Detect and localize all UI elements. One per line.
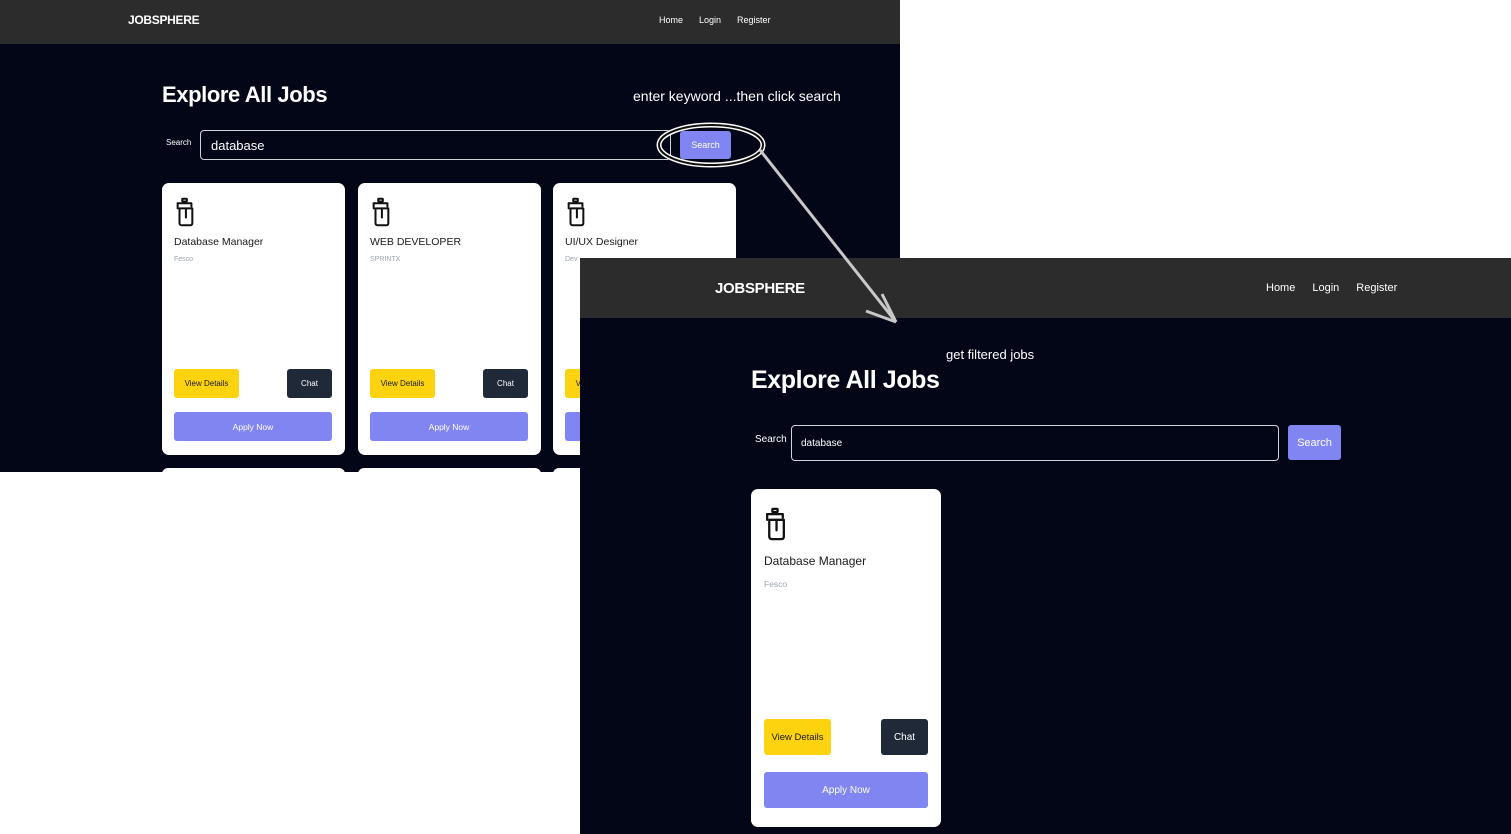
- view-details-button[interactable]: View Details: [174, 369, 239, 398]
- mixer-bottle-icon: [567, 197, 585, 227]
- brand-logo[interactable]: JOBSPHERE: [128, 13, 200, 27]
- job-card-next-row: [358, 468, 541, 472]
- apply-now-button[interactable]: Apply Now: [764, 772, 928, 808]
- nav-home-link[interactable]: Home: [659, 15, 683, 25]
- navbar: JOBSPHERE Home Login Register: [580, 258, 1511, 318]
- nav-register-link[interactable]: Register: [737, 15, 771, 25]
- search-button[interactable]: Search: [1288, 425, 1341, 460]
- mixer-bottle-icon: [176, 197, 194, 227]
- annotation-step-1: enter keyword ...then click search: [633, 88, 841, 104]
- brand-logo[interactable]: JOBSPHERE: [715, 280, 805, 297]
- nav-home-link[interactable]: Home: [1266, 282, 1295, 294]
- apply-now-button[interactable]: Apply Now: [370, 412, 528, 441]
- job-title: WEB DEVELOPER: [370, 236, 462, 248]
- nav-links: Home Login Register: [1266, 282, 1397, 294]
- chat-button[interactable]: Chat: [483, 369, 528, 398]
- page-title: Explore All Jobs: [162, 82, 328, 107]
- mixer-bottle-icon: [372, 197, 390, 227]
- nav-links: Home Login Register: [659, 15, 771, 25]
- job-title: Database Manager: [764, 554, 867, 568]
- search-input[interactable]: [791, 425, 1279, 461]
- job-card: Database Manager Fesco View Details Chat…: [751, 489, 941, 827]
- job-card: Database Manager Fesco View Details Chat…: [162, 183, 345, 455]
- apply-now-button[interactable]: Apply Now: [174, 412, 332, 441]
- job-company: Fesco: [174, 256, 194, 263]
- page-title: Explore All Jobs: [751, 366, 940, 394]
- job-company: Dev: [565, 256, 578, 263]
- search-button[interactable]: Search: [680, 131, 731, 159]
- navbar: JOBSPHERE Home Login Register: [0, 0, 900, 44]
- chat-button[interactable]: Chat: [881, 719, 928, 755]
- view-details-button[interactable]: View Details: [370, 369, 435, 398]
- search-label: Search: [166, 138, 192, 147]
- nav-login-link[interactable]: Login: [1312, 282, 1339, 294]
- job-card: WEB DEVELOPER SPRINTX View Details Chat …: [358, 183, 541, 455]
- screenshot-after-search: JOBSPHERE Home Login Register Explore Al…: [580, 258, 1511, 834]
- view-details-button[interactable]: View Details: [764, 719, 831, 755]
- job-title: UI/UX Designer: [565, 236, 638, 248]
- job-company: Fesco: [764, 579, 788, 589]
- job-company: SPRINTX: [370, 256, 401, 263]
- search-label: Search: [755, 434, 787, 445]
- mixer-bottle-icon: [766, 507, 785, 541]
- nav-register-link[interactable]: Register: [1356, 282, 1397, 294]
- job-card-next-row: [162, 468, 345, 472]
- job-title: Database Manager: [174, 236, 264, 248]
- nav-login-link[interactable]: Login: [699, 15, 721, 25]
- annotation-step-2: get filtered jobs: [946, 347, 1035, 362]
- search-input[interactable]: [200, 130, 671, 160]
- chat-button[interactable]: Chat: [287, 369, 332, 398]
